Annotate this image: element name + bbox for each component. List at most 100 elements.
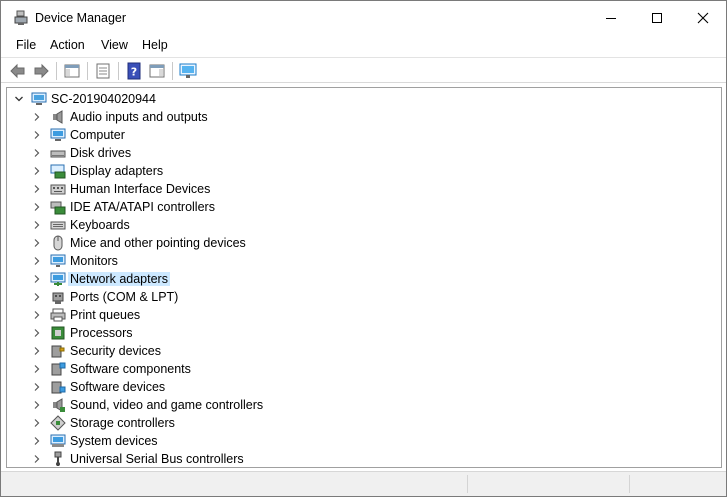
speaker-icon	[53, 110, 63, 124]
chevron-right-icon[interactable]	[32, 256, 42, 266]
device-tree[interactable]: SC-201904020944 Audio inputs and outputs…	[6, 87, 722, 468]
menu-action[interactable]: Action	[49, 38, 86, 52]
chevron-right-icon[interactable]	[32, 292, 42, 302]
tree-item-label: Universal Serial Bus controllers	[70, 452, 244, 466]
tree-item-label: Display adapters	[70, 164, 164, 178]
action-pane-button[interactable]	[148, 62, 166, 80]
close-button[interactable]	[680, 1, 726, 35]
tree-item[interactable]: Ports (COM & LPT)	[7, 288, 707, 306]
mouse-icon	[53, 235, 63, 251]
back-button[interactable]	[9, 62, 27, 80]
chevron-right-icon[interactable]	[32, 202, 42, 212]
chevron-right-icon[interactable]	[32, 346, 42, 356]
tree-item[interactable]: Monitors	[7, 252, 707, 270]
chevron-right-icon[interactable]	[32, 310, 42, 320]
tree-item-label: IDE ATA/ATAPI controllers	[70, 200, 215, 214]
help-icon: ?	[127, 62, 141, 80]
software-component-icon	[51, 362, 66, 376]
computer-root-icon	[31, 92, 47, 105]
tree-item[interactable]: IDE ATA/ATAPI controllers	[7, 198, 707, 216]
action-pane-icon	[149, 64, 165, 78]
chevron-right-icon[interactable]	[32, 166, 42, 176]
minimize-button[interactable]	[588, 1, 634, 35]
scan-hardware-button[interactable]	[179, 62, 197, 80]
chevron-right-icon[interactable]	[32, 148, 42, 158]
device-manager-app-icon	[13, 10, 29, 26]
computer-name: SC-201904020944	[51, 92, 156, 106]
chevron-right-icon[interactable]	[32, 418, 42, 428]
processor-icon	[51, 326, 65, 340]
toolbar-separator	[118, 62, 119, 80]
tree-item[interactable]: Display adapters	[7, 162, 707, 180]
tree-item[interactable]: System devices	[7, 432, 707, 450]
tree-item[interactable]: Disk drives	[7, 144, 707, 162]
sound-controller-icon	[53, 398, 65, 412]
tree-item[interactable]: Audio inputs and outputs	[7, 108, 707, 126]
tree-item[interactable]: Sound, video and game controllers	[7, 396, 707, 414]
tree-item[interactable]: Mice and other pointing devices	[7, 234, 707, 252]
tree-item-label: Network adapters	[68, 272, 170, 286]
close-icon	[697, 12, 709, 24]
chevron-right-icon[interactable]	[32, 328, 42, 338]
chevron-right-icon[interactable]	[32, 130, 42, 140]
help-button[interactable]: ?	[125, 62, 143, 80]
svg-text:?: ?	[131, 66, 137, 79]
toolbar-separator	[172, 62, 173, 80]
maximize-button[interactable]	[634, 1, 680, 35]
title-bar[interactable]: Device Manager	[1, 1, 726, 35]
properties-button[interactable]	[94, 62, 112, 80]
tree-item[interactable]: Security devices	[7, 342, 707, 360]
tree-item[interactable]: Software devices	[7, 378, 707, 396]
storage-controller-icon	[50, 415, 66, 431]
keyboard-icon	[50, 221, 66, 230]
tree-item[interactable]: Universal Serial Bus controllers	[7, 450, 707, 467]
menu-file[interactable]: File	[15, 38, 37, 52]
tree-item-label: Audio inputs and outputs	[70, 110, 208, 124]
toolbar-separator	[56, 62, 57, 80]
tree-item[interactable]: Human Interface Devices	[7, 180, 707, 198]
scan-hardware-icon	[179, 63, 197, 78]
forward-icon	[34, 63, 49, 79]
show-hide-console-tree-button[interactable]	[63, 62, 81, 80]
system-devices-icon	[50, 434, 66, 447]
tree-item-label: Sound, video and game controllers	[70, 398, 264, 412]
chevron-right-icon[interactable]	[32, 382, 42, 392]
tree-item[interactable]: Processors	[7, 324, 707, 342]
tree-item[interactable]: Print queues	[7, 306, 707, 324]
tree-item[interactable]: Computer	[7, 126, 707, 144]
forward-button[interactable]	[32, 62, 50, 80]
chevron-right-icon[interactable]	[32, 112, 42, 122]
chevron-right-icon[interactable]	[32, 238, 42, 248]
network-adapter-icon	[50, 272, 66, 286]
tree-item[interactable]: Storage controllers	[7, 414, 707, 432]
tree-item[interactable]: Network adapters	[7, 270, 707, 288]
security-device-icon	[51, 345, 65, 358]
software-device-icon	[51, 381, 66, 394]
port-icon	[52, 292, 64, 304]
tree-root[interactable]: SC-201904020944	[7, 90, 707, 108]
chevron-right-icon[interactable]	[32, 364, 42, 374]
chevron-down-icon[interactable]	[14, 94, 24, 104]
tree-item-label: Print queues	[70, 308, 141, 322]
printer-icon	[50, 308, 66, 322]
toolbar-separator	[87, 62, 88, 80]
usb-icon	[54, 451, 62, 466]
menu-view[interactable]: View	[100, 38, 129, 52]
tree-item-label: Disk drives	[70, 146, 132, 160]
tree-item[interactable]: Software components	[7, 360, 707, 378]
chevron-right-icon[interactable]	[32, 436, 42, 446]
device-manager-window: Device Manager File Action View Help ? S…	[0, 0, 727, 497]
chevron-right-icon[interactable]	[32, 454, 42, 464]
show-hide-console-tree-icon	[64, 64, 80, 78]
minimize-icon	[606, 18, 616, 19]
tree-item-label: Monitors	[70, 254, 118, 268]
menu-help[interactable]: Help	[141, 38, 169, 52]
chevron-right-icon[interactable]	[32, 274, 42, 284]
chevron-right-icon[interactable]	[32, 400, 42, 410]
tree-item-label: Security devices	[70, 344, 162, 358]
chevron-right-icon[interactable]	[32, 220, 42, 230]
chevron-right-icon[interactable]	[32, 184, 42, 194]
tree-item[interactable]: Keyboards	[7, 216, 707, 234]
properties-icon	[96, 63, 110, 79]
tree-item-label: System devices	[70, 434, 158, 448]
